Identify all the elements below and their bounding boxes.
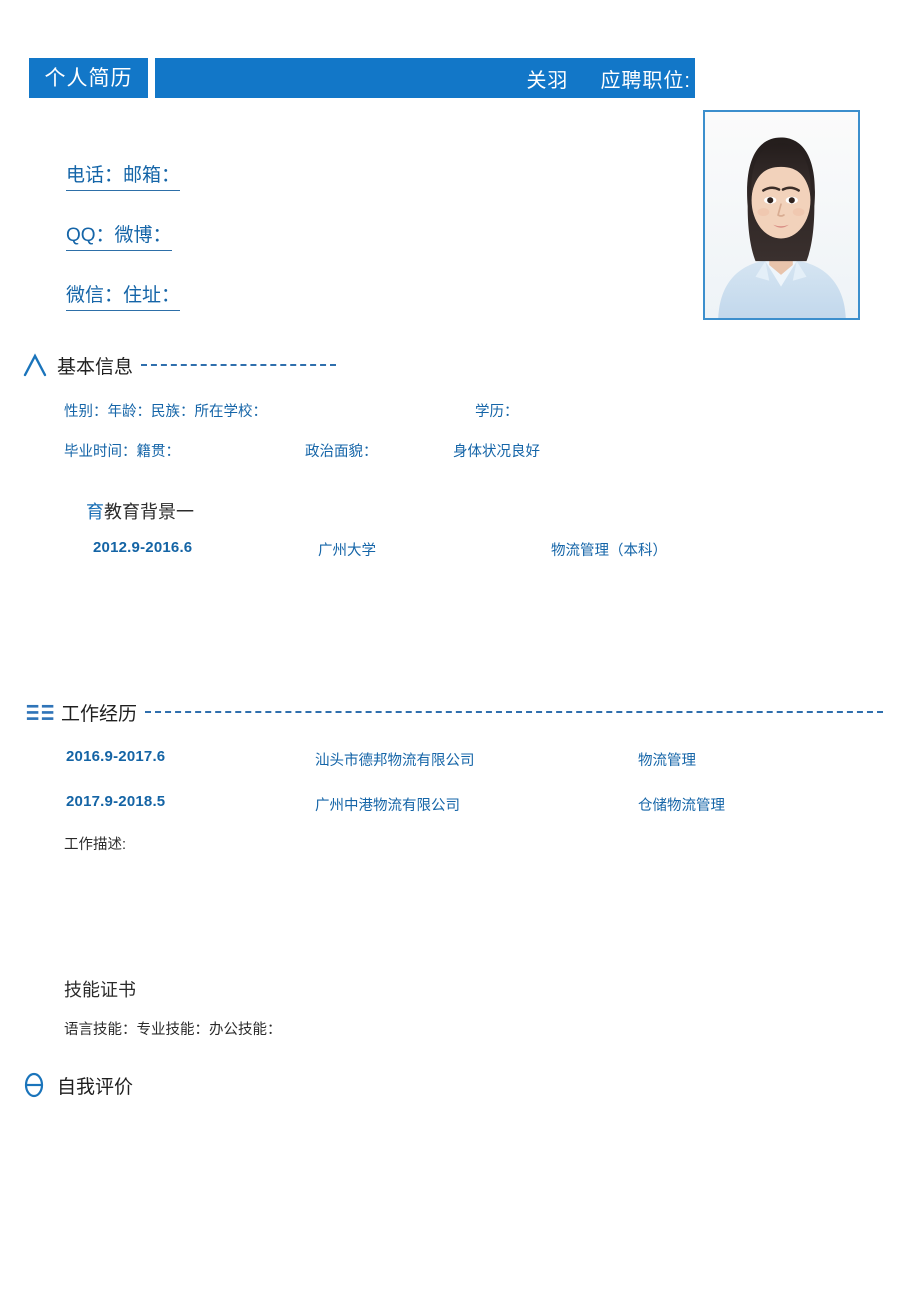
basic-info-line1-left: 性别：年龄：民族：所在学校： xyxy=(64,404,267,420)
section-title: 工作经历 xyxy=(61,703,138,725)
resume-page: 个人简历 关羽 应聘职位: 电话：邮箱： QQ：微博： 微信：住址： 基本信息 … xyxy=(0,0,920,1301)
education-icon: 育 xyxy=(86,502,104,522)
contact-row: 电话：邮箱： xyxy=(66,160,366,220)
section-divider xyxy=(145,711,884,713)
work-entry-role: 仓储物流管理 xyxy=(638,798,725,814)
chevron-up-icon xyxy=(22,353,52,377)
section-skills-heading: 技能证书 xyxy=(64,976,136,1002)
section-divider xyxy=(141,364,337,366)
work-entry-company: 广州中港物流有限公司 xyxy=(315,798,460,814)
work-entry-company: 汕头市德邦物流有限公司 xyxy=(315,753,475,769)
skills-line: 语言技能：专业技能：办公技能： xyxy=(64,1022,282,1038)
work-entry-role: 物流管理 xyxy=(638,753,696,769)
contact-row: QQ：微博： xyxy=(66,220,366,280)
header-bar: 关羽 应聘职位: xyxy=(155,58,695,98)
contact-list: 电话：邮箱： QQ：微博： 微信：住址： xyxy=(66,160,366,340)
work-entry-date: 2017.9-2018.5 xyxy=(66,793,166,810)
basic-info-education-level: 学历： xyxy=(475,404,519,420)
education-entry-date: 2012.9-2016.6 xyxy=(93,539,193,556)
contact-qq-weibo-field[interactable]: QQ：微博： xyxy=(66,220,172,251)
section-title: 技能证书 xyxy=(64,980,136,1000)
work-entry-date: 2016.9-2017.6 xyxy=(66,748,166,765)
applicant-name: 关羽 xyxy=(526,69,569,92)
section-title: 基本信息 xyxy=(57,356,134,378)
section-title: 教育背景一 xyxy=(104,502,194,522)
contact-wechat-address-field[interactable]: 微信：住址： xyxy=(66,280,181,311)
contact-phone-email-field[interactable]: 电话：邮箱： xyxy=(66,160,181,191)
basic-info-political-status: 政治面貌： xyxy=(305,444,378,460)
theta-icon xyxy=(22,1071,52,1099)
education-entry-major: 物流管理（本科） xyxy=(551,543,667,559)
section-self-eval-heading: 自我评价 xyxy=(22,1070,322,1100)
avatar xyxy=(703,110,860,320)
page-title: 个人简历 xyxy=(44,66,133,90)
section-work-heading: 工作经历 xyxy=(26,697,896,727)
contact-row: 微信：住址： xyxy=(66,280,366,340)
section-basic-info-heading: 基本信息 xyxy=(22,350,362,380)
education-entry-school: 广州大学 xyxy=(318,543,376,559)
list-lines-icon xyxy=(26,700,56,724)
basic-info-health-status: 身体状况良好 xyxy=(453,444,540,460)
basic-info-line2-graduation: 毕业时间：籍贯： xyxy=(64,444,180,460)
work-description-label: 工作描述: xyxy=(64,837,127,853)
applied-position-label: 应聘职位: xyxy=(600,69,691,92)
id-photo-icon xyxy=(705,112,858,318)
section-title: 自我评价 xyxy=(57,1076,134,1098)
document-title-block: 个人简历 xyxy=(29,58,148,98)
section-education-heading: 育教育背景一 xyxy=(86,498,194,524)
